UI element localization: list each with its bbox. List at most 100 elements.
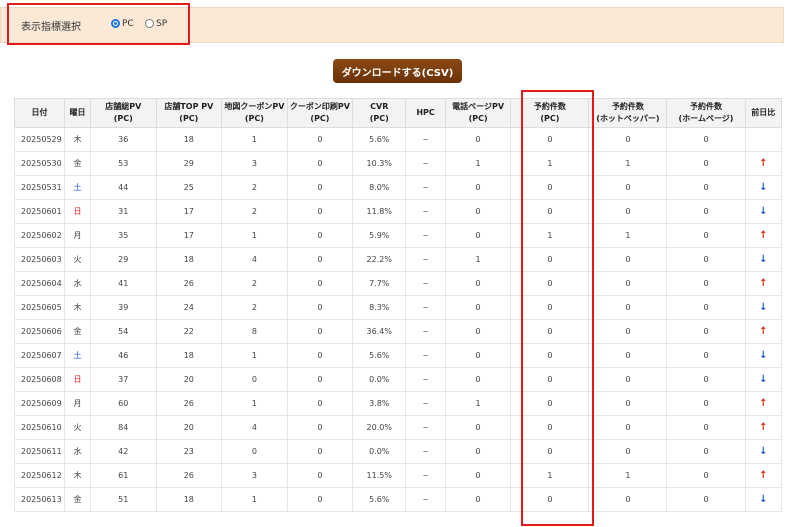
phone-page-pv-cell: 0 (444, 343, 512, 368)
map-coupon-pv-cell: 4 (221, 247, 288, 272)
trend-cell: ↓ (744, 175, 783, 200)
header-reservations-pc: 予約件数 (PC) (510, 98, 590, 128)
header-text: クーポン印刷PV (289, 102, 350, 111)
header-text: CVR (370, 102, 389, 111)
weekday-cell: 火 (63, 247, 91, 272)
phone-page-pv-cell: 0 (444, 367, 512, 392)
reservations-homepage-cell: 0 (666, 223, 746, 248)
phone-page-pv-cell: 0 (444, 319, 512, 344)
reservations-homepage-cell: 0 (666, 463, 746, 488)
trend-cell: ↑ (744, 391, 783, 416)
store-total-pv-cell: 36 (89, 127, 157, 152)
hpc-cell: − (405, 271, 446, 296)
header-hpc: HPC (405, 98, 446, 128)
weekday-cell: 金 (63, 319, 91, 344)
phone-page-pv-cell: 0 (444, 175, 512, 200)
weekday-cell: 火 (63, 415, 91, 440)
coupon-print-pv-cell: 0 (286, 439, 354, 464)
reservations-hotpepper-cell: 0 (588, 127, 668, 152)
phone-page-pv-cell: 0 (444, 439, 512, 464)
coupon-print-pv-cell: 0 (286, 223, 354, 248)
trend-cell: ↓ (744, 439, 783, 464)
date-cell: 20250529 (14, 127, 65, 152)
header-weekday: 曜日 (63, 98, 91, 128)
reservations-hotpepper-cell: 1 (588, 463, 668, 488)
store-top-pv-cell: 24 (155, 295, 223, 320)
map-coupon-pv-cell: 1 (221, 127, 288, 152)
reservations-pc-cell: 1 (510, 151, 590, 176)
header-text: (ホットペッパー) (596, 114, 660, 123)
table-body: 20250529 木 36 18 1 0 5.6% −0 0 0 0 20250530 金 53 29 3 0 1… (14, 127, 783, 512)
hpc-cell: − (405, 415, 446, 440)
reservations-hotpepper-cell: 0 (588, 367, 668, 392)
store-top-pv-cell: 22 (155, 319, 223, 344)
map-coupon-pv-cell: 3 (221, 463, 288, 488)
reservations-pc-cell: 0 (510, 271, 590, 296)
table-row: 20250602 月 35 17 1 0 5.9% −0 1 1 0 ↑ (14, 223, 783, 248)
reservations-pc-cell: 0 (510, 343, 590, 368)
date-cell: 20250609 (14, 391, 65, 416)
store-total-pv-cell: 37 (89, 367, 157, 392)
stats-table: 日付 曜日 店舗総PV (PC) 店舗TOP PV (PC) 地図クーポンPV (PC) クーポ… (14, 98, 783, 512)
hpc-cell: − (405, 295, 446, 320)
reservations-homepage-cell: 0 (666, 199, 746, 224)
header-text: (PC) (369, 114, 389, 123)
header-text: 電話ページPV (452, 102, 505, 111)
header-coupon-print-pv: クーポン印刷PV (PC) (286, 98, 354, 128)
hpc-cell: − (405, 343, 446, 368)
header-text: (ホームページ) (678, 114, 734, 123)
header-day-over-day: 前日比 (744, 98, 783, 128)
table-row: 20250530 金 53 29 3 0 10.3% −1 1 1 0 ↑ (14, 151, 783, 176)
phone-page-pv-cell: 0 (444, 487, 512, 512)
header-store-top-pv: 店舗TOP PV (PC) (155, 98, 223, 128)
reservations-pc-cell: 0 (510, 367, 590, 392)
trend-cell (744, 127, 783, 152)
trend-cell: ↑ (744, 319, 783, 344)
weekday-cell: 日 (63, 367, 91, 392)
reservations-pc-cell: 0 (510, 487, 590, 512)
hpc-cell: − (405, 319, 446, 344)
reservations-hotpepper-cell: 0 (588, 415, 668, 440)
phone-page-pv-cell: 0 (444, 271, 512, 296)
header-store-total-pv: 店舗総PV (PC) (89, 98, 157, 128)
cvr-cell: 22.2% (352, 247, 407, 272)
hpc-cell: − (405, 151, 446, 176)
reservations-hotpepper-cell: 1 (588, 151, 668, 176)
table-row: 20250604 水 41 26 2 0 7.7% −0 0 0 0 ↑ (14, 271, 783, 296)
trend-down-arrow-icon: ↓ (759, 446, 768, 457)
date-cell: 20250606 (14, 319, 65, 344)
trend-cell: ↓ (744, 487, 783, 512)
table-row: 20250613 金 51 18 1 0 5.6% −0 0 0 0 ↓ (14, 487, 783, 512)
reservations-homepage-cell: 0 (666, 415, 746, 440)
table-row: 20250606 金 54 22 8 0 36.4% −0 0 0 0 ↑ (14, 319, 783, 344)
trend-down-arrow-icon: ↓ (759, 206, 768, 217)
reservations-pc-cell: 0 (510, 175, 590, 200)
header-text: (PC) (113, 114, 133, 123)
weekday-cell: 月 (63, 391, 91, 416)
date-cell: 20250530 (14, 151, 65, 176)
store-top-pv-cell: 26 (155, 463, 223, 488)
reservations-hotpepper-cell: 0 (588, 439, 668, 464)
phone-page-pv-cell: 1 (444, 151, 512, 176)
cvr-cell: 36.4% (352, 319, 407, 344)
table-row: 20250607 土 46 18 1 0 5.6% −0 0 0 0 ↓ (14, 343, 783, 368)
reservations-pc-cell: 0 (510, 439, 590, 464)
coupon-print-pv-cell: 0 (286, 199, 354, 224)
download-csv-button[interactable]: ダウンロードする(CSV) (333, 59, 462, 83)
store-top-pv-cell: 20 (155, 367, 223, 392)
coupon-print-pv-cell: 0 (286, 415, 354, 440)
table-header-row: 日付 曜日 店舗総PV (PC) 店舗TOP PV (PC) 地図クーポンPV (PC) クーポ… (14, 98, 783, 128)
table-row: 20250608 日 37 20 0 0 0.0% −0 0 0 0 ↓ (14, 367, 783, 392)
date-cell: 20250604 (14, 271, 65, 296)
reservations-hotpepper-cell: 0 (588, 487, 668, 512)
table-row: 20250610 火 84 20 4 0 20.0% −0 0 0 0 ↑ (14, 415, 783, 440)
phone-page-pv-cell: 0 (444, 199, 512, 224)
reservations-pc-cell: 0 (510, 415, 590, 440)
store-total-pv-cell: 29 (89, 247, 157, 272)
phone-page-pv-cell: 0 (444, 415, 512, 440)
coupon-print-pv-cell: 0 (286, 271, 354, 296)
header-text: 地図クーポンPV (224, 102, 285, 111)
reservations-homepage-cell: 0 (666, 391, 746, 416)
trend-down-arrow-icon: ↓ (759, 374, 768, 385)
trend-cell: ↓ (744, 343, 783, 368)
